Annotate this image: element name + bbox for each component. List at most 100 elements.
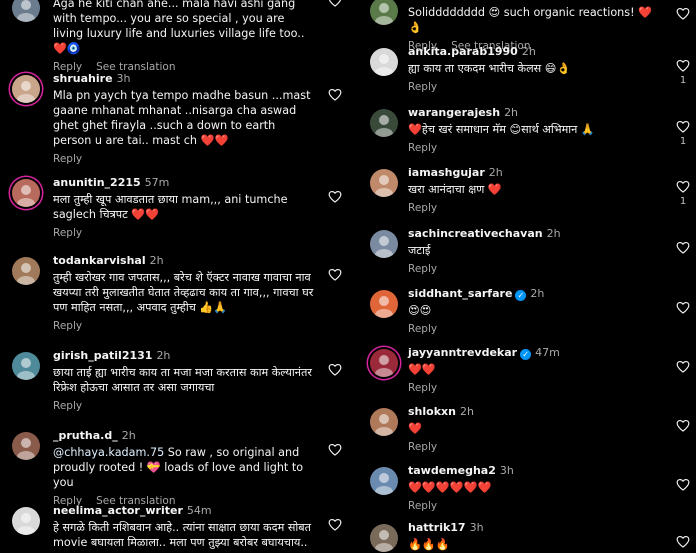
verified-badge-icon: ✓ bbox=[520, 349, 532, 360]
avatar[interactable] bbox=[370, 109, 398, 137]
avatar[interactable] bbox=[12, 257, 40, 285]
reply-button[interactable]: Reply bbox=[408, 81, 437, 93]
avatar[interactable] bbox=[12, 352, 40, 380]
avatar[interactable] bbox=[370, 408, 398, 436]
username-link[interactable]: jayyanntrevdekar bbox=[408, 346, 517, 359]
comment-text: ❤️ bbox=[408, 422, 422, 435]
reply-button[interactable]: Reply bbox=[408, 263, 437, 275]
reply-button[interactable]: Reply bbox=[408, 323, 437, 335]
like-button[interactable]: 1 bbox=[676, 120, 690, 148]
reply-button[interactable]: Reply bbox=[53, 400, 82, 412]
like-button[interactable] bbox=[328, 88, 342, 101]
heart-icon bbox=[328, 190, 342, 203]
comment-body: anunitin_2215 57m मला तुम्ही खूप आवडतात छा… bbox=[53, 176, 314, 239]
like-button[interactable]: 1 bbox=[676, 180, 690, 208]
comment-body: tawdemegha2 3h ❤️❤️❤️❤️❤️❤️ Reply bbox=[408, 464, 662, 512]
avatar[interactable] bbox=[12, 432, 40, 460]
like-button[interactable] bbox=[328, 190, 342, 203]
reply-button[interactable]: Reply bbox=[408, 142, 437, 154]
username-link[interactable]: anunitin_2215 bbox=[53, 176, 141, 189]
username-link[interactable]: neelima_actor_writer bbox=[53, 504, 183, 517]
reply-button[interactable]: Reply bbox=[408, 441, 437, 453]
comment-body: sachincreativechavan 2h जटाई Reply bbox=[408, 227, 662, 275]
comment-body: neelima_actor_writer 54m हे सगळे किती नशिब… bbox=[53, 504, 314, 550]
comment-meta: anunitin_2215 57m bbox=[53, 176, 314, 190]
avatar[interactable] bbox=[370, 0, 398, 25]
reply-button[interactable]: Reply bbox=[408, 382, 437, 394]
comment-text: ❤️हेच खरं समाधान मॅम 😊सार्थ अभिमान 🙏 bbox=[408, 123, 595, 136]
comment-body: ankita.parab1990 2h ह्या काय ता एकदम भारीच… bbox=[408, 45, 662, 93]
comment-body: todankarvishal 2h तुम्ही खरोखर गाव जपतास,,… bbox=[53, 254, 314, 332]
like-button[interactable] bbox=[328, 443, 342, 456]
username-link[interactable]: iamashgujar bbox=[408, 166, 485, 179]
mention-link[interactable]: @chhaya.kadam.75 bbox=[53, 446, 164, 459]
like-button[interactable] bbox=[328, 268, 342, 281]
like-button[interactable] bbox=[676, 7, 690, 20]
avatar[interactable] bbox=[12, 179, 40, 207]
comment-body: girish_patil2131 2h छाया ताई ह्या भारीच का… bbox=[53, 349, 314, 412]
reply-button[interactable]: Reply bbox=[53, 320, 82, 332]
comment-body: jayyanntrevdekar ✓ 47m ❤️❤️ Reply bbox=[408, 346, 662, 394]
comment-body: shlokxn 2h ❤️ Reply bbox=[408, 405, 662, 453]
like-count: 1 bbox=[679, 136, 687, 147]
comment-meta: hattrik17 3h bbox=[408, 521, 662, 535]
comment-timestamp: 3h bbox=[116, 72, 131, 85]
comment-meta: girish_patil2131 2h bbox=[53, 349, 314, 363]
avatar[interactable] bbox=[12, 0, 40, 22]
username-link[interactable]: hattrik17 bbox=[408, 521, 466, 534]
username-link[interactable]: girish_patil2131 bbox=[53, 349, 152, 362]
username-link[interactable]: warangerajesh bbox=[408, 106, 500, 119]
heart-icon bbox=[328, 0, 342, 7]
like-button[interactable] bbox=[676, 419, 690, 432]
reply-button[interactable]: Reply bbox=[408, 202, 437, 214]
username-link[interactable]: siddhant_sarfare bbox=[408, 287, 512, 300]
like-button[interactable] bbox=[676, 301, 690, 314]
username-link[interactable]: ankita.parab1990 bbox=[408, 45, 518, 58]
avatar[interactable] bbox=[370, 349, 398, 377]
comment-actions: Reply bbox=[408, 441, 662, 453]
comment-text: ❤️❤️❤️❤️❤️❤️ bbox=[408, 481, 492, 494]
avatar[interactable] bbox=[370, 48, 398, 76]
avatar[interactable] bbox=[12, 75, 40, 103]
like-button[interactable] bbox=[676, 478, 690, 491]
avatar[interactable] bbox=[370, 290, 398, 318]
like-button[interactable]: 1 bbox=[676, 59, 690, 87]
heart-icon bbox=[328, 88, 342, 101]
avatar[interactable] bbox=[370, 230, 398, 258]
reply-button[interactable]: Reply bbox=[53, 153, 82, 165]
comment-actions: Reply bbox=[408, 263, 662, 275]
reply-button[interactable]: Reply bbox=[53, 227, 82, 239]
heart-icon bbox=[676, 241, 690, 254]
avatar[interactable] bbox=[370, 467, 398, 495]
comment-timestamp: 3h bbox=[499, 464, 514, 477]
comment-body: shruahire 3h Mla pn yaych tya tempo madhe … bbox=[53, 72, 314, 165]
like-button[interactable] bbox=[328, 518, 342, 531]
avatar[interactable] bbox=[370, 169, 398, 197]
username-link[interactable]: _prutha.d_ bbox=[53, 429, 118, 442]
like-button[interactable] bbox=[676, 360, 690, 373]
comment-timestamp: 2h bbox=[504, 106, 519, 119]
like-button[interactable] bbox=[676, 241, 690, 254]
like-button[interactable] bbox=[676, 535, 690, 548]
username-link[interactable]: sachincreativechavan bbox=[408, 227, 543, 240]
heart-icon bbox=[328, 363, 342, 376]
comment-meta: _prutha.d_ 2h bbox=[53, 429, 314, 443]
comment-text: तुम्ही खरोखर गाव जपतास,,, बरेच शे ऍक्टर … bbox=[53, 271, 314, 314]
reply-button[interactable]: Reply bbox=[408, 500, 437, 512]
username-link[interactable]: tawdemegha2 bbox=[408, 464, 496, 477]
heart-icon bbox=[676, 59, 690, 72]
verified-badge-icon: ✓ bbox=[515, 290, 527, 301]
comment-meta: todankarvishal 2h bbox=[53, 254, 314, 268]
comment-timestamp: 2h bbox=[149, 254, 164, 267]
avatar[interactable] bbox=[12, 507, 40, 535]
comment-body: iamashgujar 2h खरा आनंदाचा क्षण ❤️ Reply bbox=[408, 166, 662, 214]
username-link[interactable]: shruahire bbox=[53, 72, 113, 85]
like-button[interactable] bbox=[328, 363, 342, 376]
comment-body: _prutha.d_ 2h @chhaya.kadam.75 So raw , so… bbox=[53, 429, 314, 507]
avatar[interactable] bbox=[370, 524, 398, 552]
comment-meta: tawdemegha2 3h bbox=[408, 464, 662, 478]
username-link[interactable]: todankarvishal bbox=[53, 254, 146, 267]
like-button[interactable] bbox=[328, 0, 342, 7]
username-link[interactable]: shlokxn bbox=[408, 405, 456, 418]
comment-meta: ankita.parab1990 2h bbox=[408, 45, 662, 59]
